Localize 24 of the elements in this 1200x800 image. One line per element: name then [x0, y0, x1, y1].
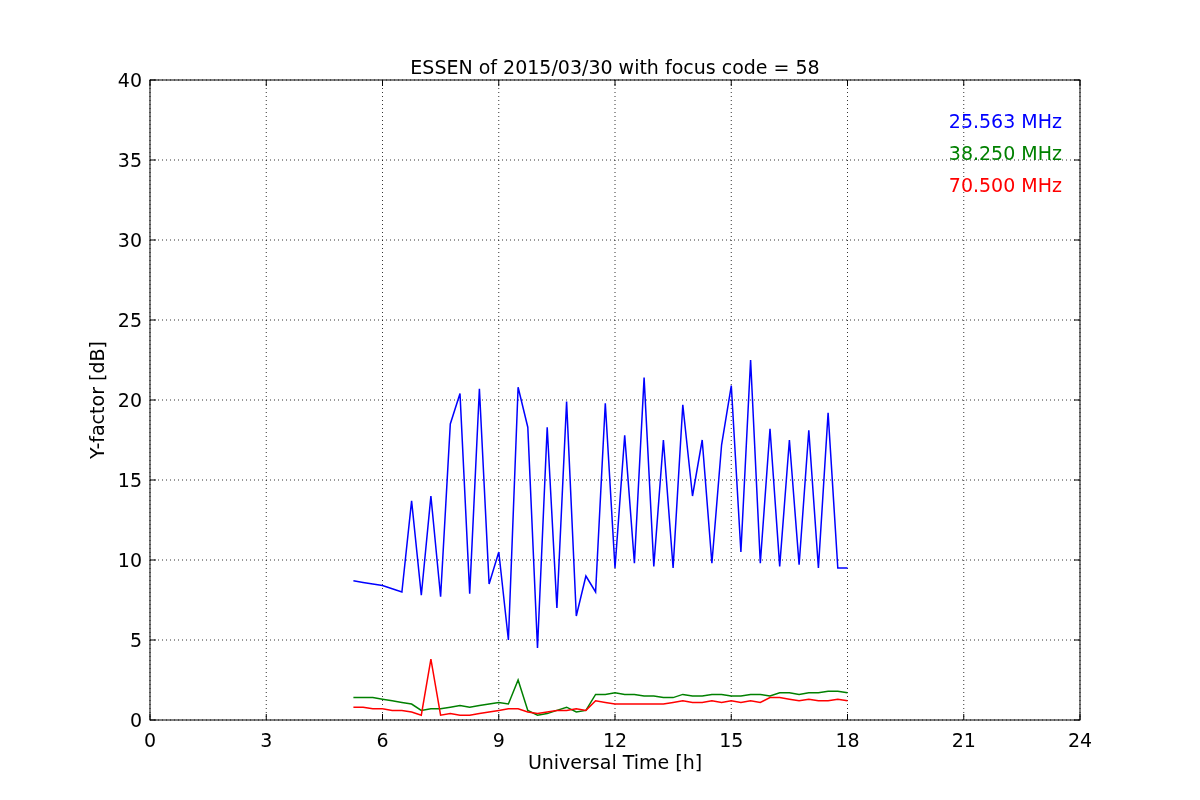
x-tick-label: 24 [1067, 729, 1093, 751]
legend-label: 70.500 MHz [948, 174, 1062, 196]
y-tick-label: 25 [117, 309, 142, 331]
x-tick-label: 18 [835, 729, 860, 751]
y-tick-label: 5 [129, 629, 142, 651]
y-tick-label: 10 [117, 549, 142, 571]
x-tick-label: 12 [602, 729, 628, 751]
legend-label: 38.250 MHz [948, 142, 1062, 164]
y-tick-label: 35 [117, 149, 142, 171]
chart-title: ESSEN of 2015/03/30 with focus code = 58 [410, 56, 820, 78]
y-axis-label: Y-factor [dB] [86, 341, 108, 459]
x-axis-label: Universal Time [h] [527, 751, 703, 773]
legend-label: 25.563 MHz [948, 110, 1062, 132]
y-tick-label: 40 [117, 69, 142, 91]
x-tick-label: 0 [143, 729, 157, 751]
x-tick-label: 6 [376, 729, 389, 751]
y-tick-label: 30 [117, 229, 142, 251]
y-tick-label: 0 [129, 709, 142, 731]
y-tick-label: 20 [117, 389, 142, 411]
x-tick-label: 3 [260, 729, 273, 751]
x-tick-label: 9 [492, 729, 505, 751]
x-tick-label: 21 [951, 729, 976, 751]
x-tick-label: 15 [719, 729, 744, 751]
y-tick-label: 15 [117, 469, 142, 491]
